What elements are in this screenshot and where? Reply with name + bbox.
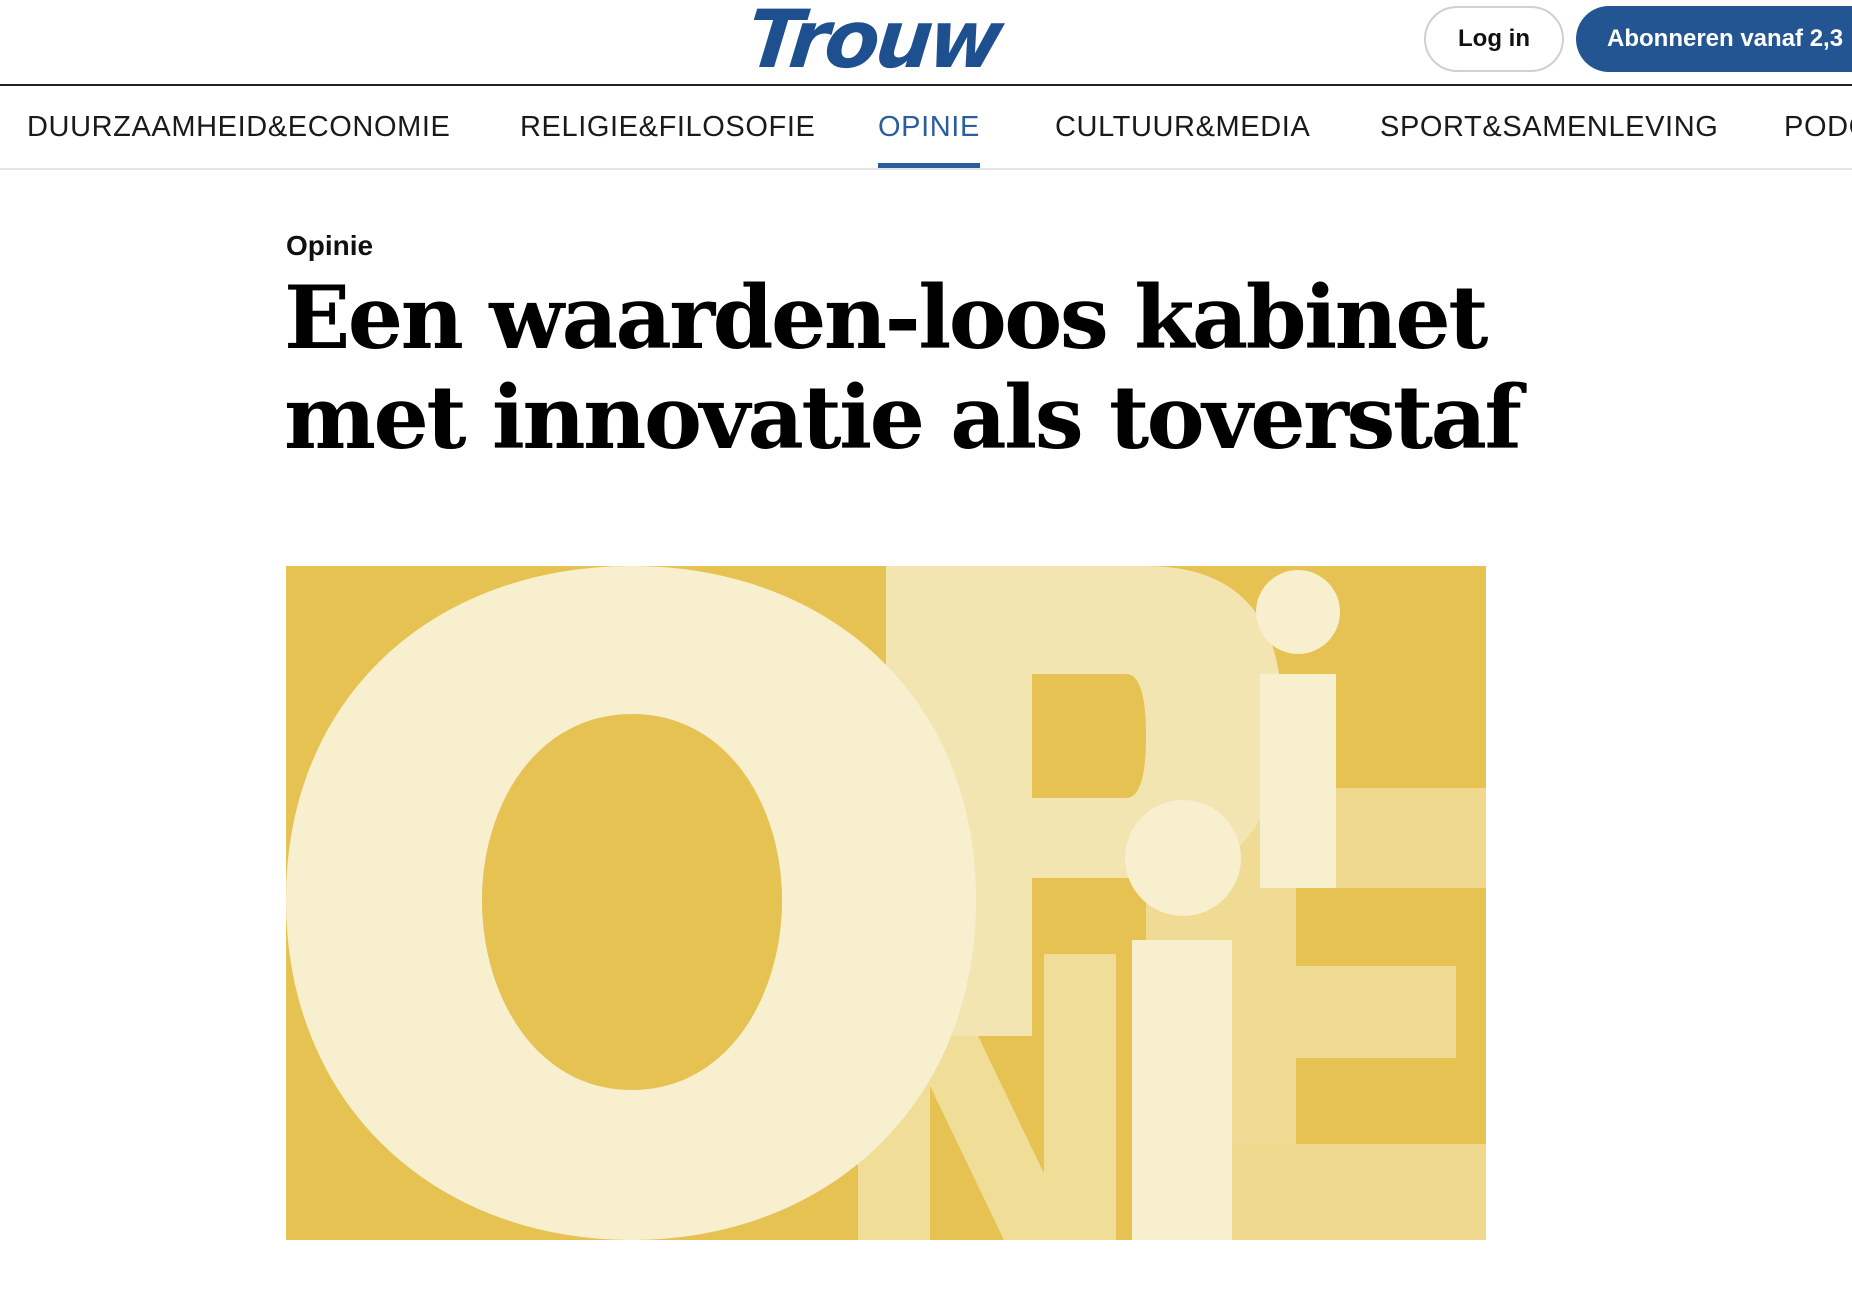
nav-item-sport-samenleving[interactable]: SPORT&SAMENLEVING	[1380, 86, 1718, 168]
active-tab-indicator	[878, 163, 980, 168]
nav-item-religie-filosofie[interactable]: RELIGIE&FILOSOFIE	[520, 86, 815, 168]
login-button[interactable]: Log in	[1424, 6, 1564, 72]
letter-o	[286, 566, 976, 1240]
hero-image	[286, 566, 1486, 1240]
letter-i-dot-top	[1256, 570, 1340, 654]
letter-n-right-stem	[1044, 954, 1116, 1240]
nav-item-opinie-label: OPINIE	[878, 110, 980, 143]
headline-line-1: Een waarden-loos kabinet	[284, 266, 1488, 369]
nav-item-podcasts[interactable]: PODC	[1784, 86, 1852, 168]
letter-i-dot-lower	[1125, 800, 1241, 916]
subscribe-button[interactable]: Abonneren vanaf 2,3	[1576, 6, 1852, 72]
letter-i-stem-lower	[1132, 940, 1232, 1240]
nav-item-duurzaamheid-economie[interactable]: DUURZAAMHEID&ECONOMIE	[27, 86, 450, 168]
headline-line-2: met innovatie als toverstaf	[284, 366, 1522, 469]
site-header: Trouw Log in Abonneren vanaf 2,3	[0, 0, 1852, 86]
section-nav: DUURZAAMHEID&ECONOMIE RELIGIE&FILOSOFIE …	[0, 86, 1852, 170]
article-kicker[interactable]: Opinie	[286, 230, 373, 262]
letter-i-stem-top	[1260, 674, 1336, 888]
opinie-illustration	[286, 566, 1486, 1240]
trouw-logo[interactable]: Trouw	[743, 0, 1004, 86]
article-headline: Een waarden-loos kabinet met innovatie a…	[284, 268, 1584, 468]
nav-item-cultuur-media[interactable]: CULTUUR&MEDIA	[1055, 86, 1310, 168]
nav-item-opinie[interactable]: OPINIE	[878, 86, 980, 168]
